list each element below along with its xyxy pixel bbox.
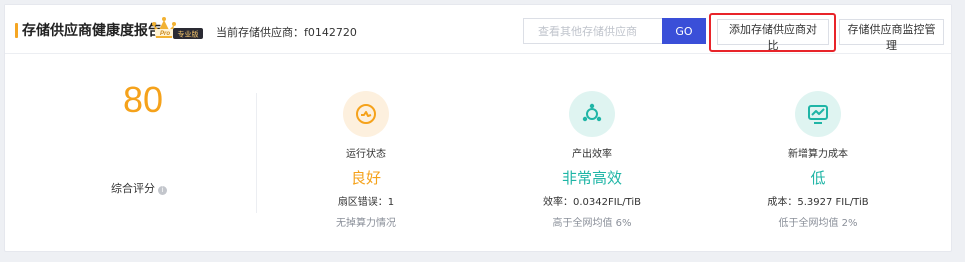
info-icon[interactable]: i bbox=[158, 186, 167, 195]
go-button[interactable]: GO bbox=[662, 18, 706, 44]
current-provider: 当前存储供应商：f0142720 bbox=[216, 24, 357, 40]
svg-text:专业版: 专业版 bbox=[178, 30, 199, 39]
svg-text:Pro: Pro bbox=[160, 31, 170, 37]
provider-monitor-button[interactable]: 存储供应商监控管理 bbox=[839, 19, 944, 52]
metric-running-status: 运行状态 良好 扇区错误：1 无掉算力情况 bbox=[276, 91, 456, 229]
metric-status: 低 bbox=[810, 169, 826, 187]
metric-status: 非常高效 bbox=[561, 169, 622, 187]
title-accent-bar bbox=[15, 23, 18, 38]
add-provider-compare-button[interactable]: 添加存储供应商对比 bbox=[717, 19, 829, 52]
page-title: 存储供应商健康度报告 bbox=[22, 23, 162, 39]
current-provider-label: 当前存储供应商： bbox=[216, 26, 304, 39]
speedometer-icon bbox=[343, 91, 389, 137]
network-icon bbox=[569, 91, 615, 137]
metric-sub: 无掉算力情况 bbox=[336, 218, 396, 229]
metric-name: 运行状态 bbox=[346, 149, 386, 160]
overall-score-label-row: 综合评分 i bbox=[89, 180, 189, 196]
provider-search-input[interactable] bbox=[523, 18, 663, 44]
report-header: 存储供应商健康度报告 Pro 专业版 当前存储供应商：f0142720 GO 添… bbox=[5, 5, 951, 54]
trend-chart-icon bbox=[795, 91, 841, 137]
metric-detail: 扇区错误：1 bbox=[337, 197, 395, 208]
pro-crown-badge: Pro 专业版 bbox=[152, 17, 203, 39]
metric-output-efficiency: 产出效率 非常高效 效率：0.0342FIL/TiB 高于全网均值 6% bbox=[502, 91, 682, 229]
health-report-card: 存储供应商健康度报告 Pro 专业版 当前存储供应商：f0142720 GO 添… bbox=[4, 4, 952, 252]
metric-name: 产出效率 bbox=[572, 149, 612, 160]
metric-new-power-cost: 新增算力成本 低 成本：5.3927 FIL/TiB 低于全网均值 2% bbox=[728, 91, 908, 229]
overall-score-label: 综合评分 bbox=[111, 182, 155, 195]
metric-sub: 低于全网均值 2% bbox=[778, 218, 858, 229]
metric-name: 新增算力成本 bbox=[788, 149, 848, 160]
overall-score: 80 bbox=[122, 79, 164, 120]
metric-sub: 高于全网均值 6% bbox=[552, 218, 632, 229]
metric-status: 良好 bbox=[350, 169, 381, 187]
current-provider-id: f0142720 bbox=[304, 26, 357, 39]
vertical-divider bbox=[256, 93, 257, 213]
metric-detail: 成本：5.3927 FIL/TiB bbox=[767, 197, 869, 208]
metric-detail: 效率：0.0342FIL/TiB bbox=[542, 197, 642, 208]
